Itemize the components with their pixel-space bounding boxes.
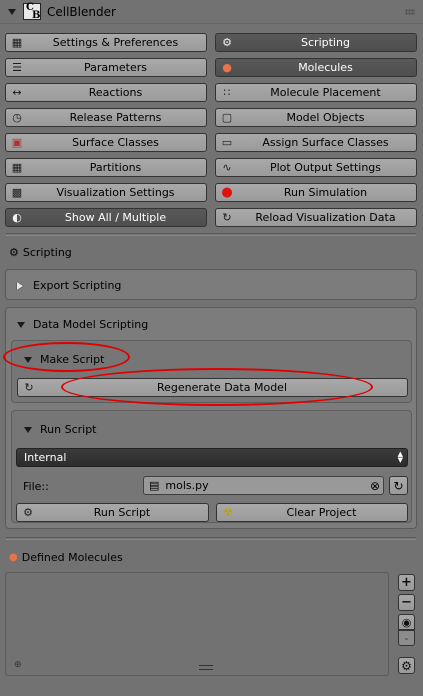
scripting-button[interactable]: ⚙ Scripting bbox=[215, 33, 417, 52]
sphere-icon: ◐ bbox=[12, 211, 22, 224]
reload-visualization-data-button[interactable]: ↻ Reload Visualization Data bbox=[215, 208, 417, 227]
reaction-arrows-icon: ↔ bbox=[12, 86, 22, 99]
resize-grip-icon[interactable] bbox=[199, 665, 213, 670]
run-script-button[interactable]: ⚙ Run Script bbox=[16, 503, 209, 522]
reload-icon: ↻ bbox=[24, 381, 34, 394]
script-mode-dropdown[interactable]: Internal ▲ ▼ bbox=[16, 448, 408, 467]
clock-icon: ◷ bbox=[12, 111, 22, 124]
parameters-button[interactable]: ☰ Parameters bbox=[5, 58, 207, 77]
collapse-triangle-icon[interactable] bbox=[24, 356, 32, 363]
panel-title: CellBlender bbox=[47, 5, 116, 19]
collapse-triangle-icon[interactable] bbox=[17, 321, 25, 328]
reactions-button[interactable]: ↔ Reactions bbox=[5, 83, 207, 102]
run-simulation-button[interactable]: ● Run Simulation bbox=[215, 183, 417, 202]
eye-icon: ◉ bbox=[401, 615, 412, 629]
gear-icon: ⚙ bbox=[401, 658, 412, 673]
radiation-icon: ☢ bbox=[223, 506, 233, 519]
molecule-icon: ● bbox=[222, 61, 232, 74]
assign-cube-icon: ▭ bbox=[221, 136, 233, 149]
parameters-icon: ☰ bbox=[12, 61, 22, 74]
regenerate-data-model-button[interactable]: ↻ Regenerate Data Model bbox=[17, 378, 408, 397]
chevron-down-icon: ⌄ bbox=[403, 633, 410, 642]
reload-icon: ↻ bbox=[393, 478, 404, 493]
gear-icon: ⚙ bbox=[23, 506, 33, 519]
script-icon: ⚙ bbox=[222, 36, 232, 49]
add-molecule-button[interactable]: + bbox=[398, 574, 415, 591]
show-all-multiple-button[interactable]: ◐ Show All / Multiple bbox=[5, 208, 207, 227]
file-label: File:: bbox=[23, 480, 49, 493]
section-divider bbox=[6, 233, 416, 236]
partitions-grid-icon: ▦ bbox=[11, 161, 23, 174]
file-field[interactable]: ▤ mols.py ⊗ bbox=[143, 476, 384, 495]
drag-grip-icon[interactable] bbox=[405, 9, 415, 15]
refresh-file-button[interactable]: ↻ bbox=[389, 476, 408, 495]
surface-class-icon: ▣ bbox=[11, 136, 23, 149]
remove-molecule-button[interactable]: − bbox=[398, 594, 415, 611]
visibility-button[interactable]: ◉ bbox=[398, 614, 415, 630]
molecule-placement-button[interactable]: ∷ Molecule Placement bbox=[215, 83, 417, 102]
visibility-toggle-button[interactable]: ⌄ bbox=[398, 630, 415, 646]
reload-icon: ↻ bbox=[222, 211, 232, 224]
collapse-triangle-icon[interactable] bbox=[24, 426, 32, 433]
molecule-icon: ● bbox=[9, 552, 18, 563]
run-script-panel: Run Script Internal ▲ ▼ File:: ▤ mols.py … bbox=[11, 410, 412, 523]
make-script-panel: Make Script ↻ Regenerate Data Model bbox=[11, 340, 412, 403]
collapse-triangle-icon[interactable] bbox=[8, 9, 16, 15]
molecule-settings-button[interactable]: ⚙ bbox=[398, 657, 415, 674]
partitions-button[interactable]: ▦ Partitions bbox=[5, 158, 207, 177]
defined-molecules-header: ● Defined Molecules bbox=[9, 551, 123, 564]
settings-icon: ▦ bbox=[11, 36, 23, 49]
text-file-icon: ▤ bbox=[149, 479, 160, 492]
settings-preferences-button[interactable]: ▦ Settings & Preferences bbox=[5, 33, 207, 52]
record-dot-icon: ● bbox=[221, 185, 233, 200]
clear-x-icon[interactable]: ⊗ bbox=[370, 479, 380, 493]
molecules-button[interactable]: ● Molecules bbox=[215, 58, 417, 77]
export-scripting-panel[interactable]: Export Scripting bbox=[5, 269, 417, 300]
plot-output-settings-button[interactable]: ∿ Plot Output Settings bbox=[215, 158, 417, 177]
visualization-settings-button[interactable]: ▩ Visualization Settings bbox=[5, 183, 207, 202]
surface-classes-button[interactable]: ▣ Surface Classes bbox=[5, 133, 207, 152]
clear-project-button[interactable]: ☢ Clear Project bbox=[216, 503, 408, 522]
section-divider bbox=[6, 537, 416, 540]
assign-surface-classes-button[interactable]: ▭ Assign Surface Classes bbox=[215, 133, 417, 152]
updown-arrows-icon: ▲ ▼ bbox=[397, 450, 403, 464]
cellblender-logo: C B bbox=[23, 3, 41, 21]
placement-grid-icon: ∷ bbox=[223, 86, 231, 99]
model-objects-button[interactable]: ▢ Model Objects bbox=[215, 108, 417, 127]
scripting-section-header: ⚙ Scripting bbox=[9, 246, 72, 259]
release-patterns-button[interactable]: ◷ Release Patterns bbox=[5, 108, 207, 127]
visualization-icon: ▩ bbox=[11, 186, 23, 199]
small-plus-icon: ⊕ bbox=[14, 660, 22, 670]
script-icon: ⚙ bbox=[9, 246, 19, 259]
plot-graph-icon: ∿ bbox=[222, 161, 232, 174]
molecules-list[interactable]: ⊕ bbox=[5, 572, 389, 676]
cellblender-header: C B CellBlender bbox=[0, 0, 423, 24]
data-model-scripting-panel: Data Model Scripting Make Script ↻ Regen… bbox=[5, 307, 417, 529]
expand-triangle-icon[interactable] bbox=[17, 281, 23, 290]
cube-icon: ▢ bbox=[221, 111, 233, 124]
